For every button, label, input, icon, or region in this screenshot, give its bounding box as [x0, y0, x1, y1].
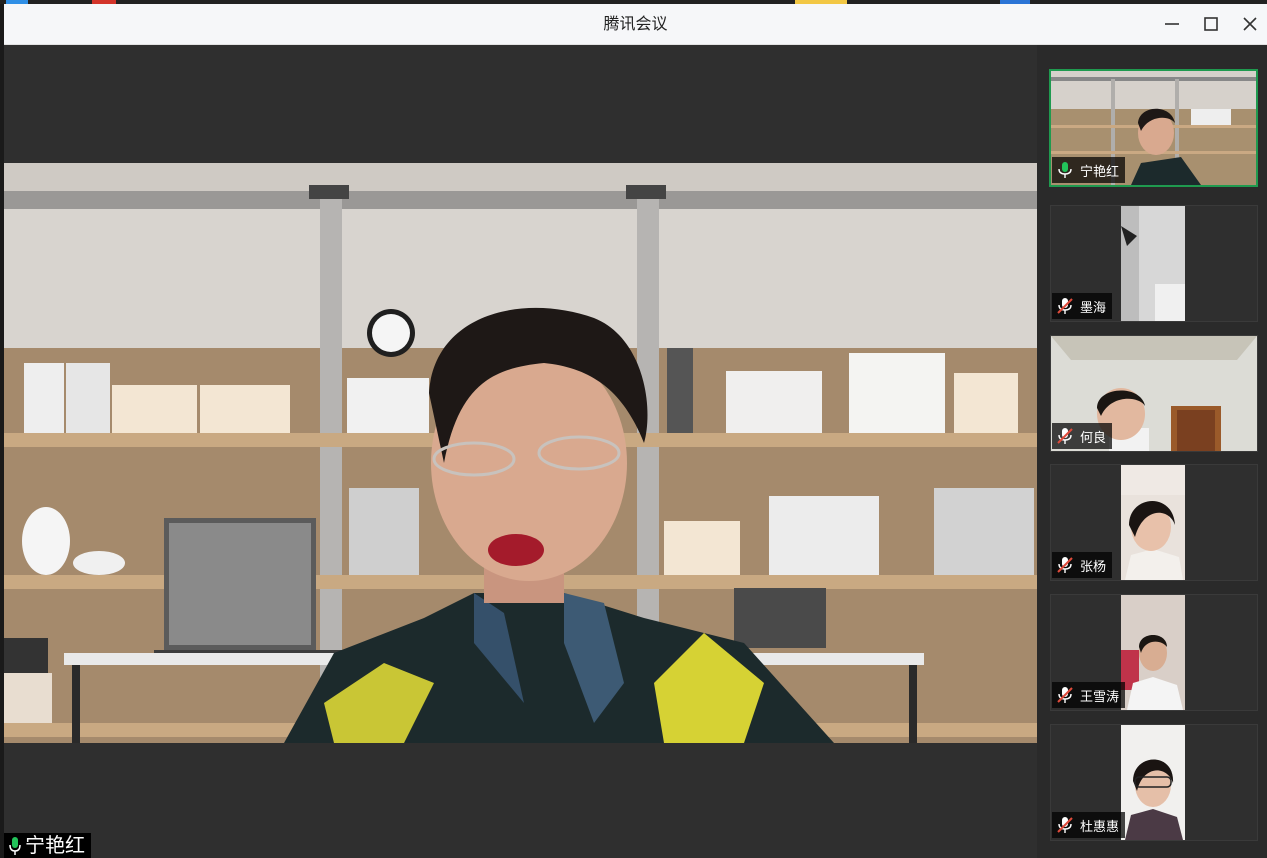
microphone-on-icon	[9, 836, 21, 855]
main-video-stage[interactable]: 宁艳红	[4, 45, 1037, 858]
participant-name: 墨海	[1080, 300, 1107, 316]
participant-label: 何良	[1052, 423, 1113, 449]
participant-tile[interactable]: 墨海	[1050, 205, 1258, 322]
participant-name: 王雪涛	[1080, 689, 1120, 705]
microphone-muted-icon	[1057, 428, 1073, 444]
meeting-window: 腾讯会议 宁艳红 宁艳红 墨海 何良 张杨 王雪涛 杜惠惠	[4, 4, 1267, 858]
participant-label: 杜惠惠	[1052, 812, 1126, 838]
minimize-icon	[1165, 23, 1179, 25]
microphone-on-icon	[1058, 162, 1072, 178]
close-icon	[1243, 17, 1257, 31]
app-title: 腾讯会议	[603, 14, 668, 33]
microphone-muted-icon	[1057, 298, 1073, 314]
maximize-button[interactable]	[1198, 12, 1224, 36]
main-speaker-video[interactable]	[4, 163, 1037, 743]
title-bar[interactable]: 腾讯会议	[4, 4, 1267, 45]
participant-label: 宁艳红	[1052, 157, 1126, 183]
microphone-muted-icon	[1057, 817, 1073, 833]
participant-video-list[interactable]: 宁艳红 墨海 何良 张杨 王雪涛 杜惠惠	[1037, 45, 1267, 858]
participant-video	[1121, 595, 1185, 710]
microphone-muted-icon	[1057, 557, 1073, 573]
participant-video	[1121, 465, 1185, 580]
participant-tile[interactable]: 宁艳红	[1049, 69, 1258, 187]
participant-name: 宁艳红	[1080, 164, 1120, 180]
participant-name: 张杨	[1080, 559, 1107, 575]
participant-tile[interactable]: 王雪涛	[1050, 594, 1258, 711]
microphone-muted-icon	[1057, 687, 1073, 703]
minimize-button[interactable]	[1159, 12, 1185, 36]
participant-video	[1121, 206, 1185, 321]
participant-label: 王雪涛	[1052, 682, 1126, 708]
maximize-icon	[1204, 17, 1218, 31]
participant-tile[interactable]: 何良	[1050, 335, 1258, 452]
participant-name: 何良	[1080, 430, 1107, 446]
main-speaker-name: 宁艳红	[25, 833, 85, 857]
main-speaker-tag: 宁艳红	[4, 833, 91, 858]
close-button[interactable]	[1237, 12, 1263, 36]
participant-tile[interactable]: 张杨	[1050, 464, 1258, 581]
participant-label: 张杨	[1052, 552, 1113, 578]
video-frame	[4, 163, 1037, 743]
participant-name: 杜惠惠	[1080, 819, 1120, 835]
participant-label: 墨海	[1052, 293, 1113, 319]
participant-tile[interactable]: 杜惠惠	[1050, 724, 1258, 841]
participant-video	[1121, 725, 1185, 840]
